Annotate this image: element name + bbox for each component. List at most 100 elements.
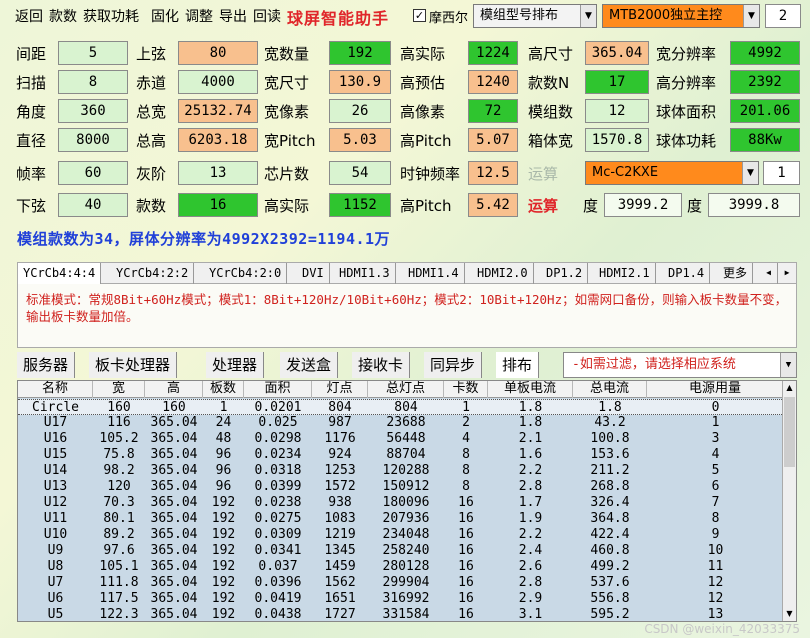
col-boards[interactable]: 板数 — [203, 381, 244, 398]
field-width-pixels[interactable]: 26 — [329, 99, 391, 123]
tab-ycrcb420[interactable]: YCrCb4:2:0 — [204, 263, 288, 284]
field-scan[interactable]: 8 — [58, 70, 128, 94]
tab-layout[interactable]: 排布 — [496, 352, 540, 378]
field-height-actual-2[interactable]: 1152 — [329, 193, 391, 217]
chevron-down-icon[interactable]: ▼ — [580, 5, 596, 27]
field-degree-2[interactable]: 3999.8 — [708, 193, 800, 217]
col-height[interactable]: 高 — [145, 381, 203, 398]
field-chip-count[interactable]: 54 — [329, 161, 391, 185]
table-row[interactable]: U15 75.8 365.04 96 0.0234 924 88704 8 1.6 153.6 4 — [18, 447, 784, 463]
field-width-size[interactable]: 130.9 — [329, 70, 391, 94]
scroll-thumb[interactable] — [784, 397, 795, 467]
field-width-pitch[interactable]: 5.03 — [329, 128, 391, 152]
field-height-resolution[interactable]: 2392 — [730, 70, 800, 94]
table-row[interactable]: U7 111.8 365.04 192 0.0396 1562 299904 16 2.8 537… — [18, 575, 784, 591]
layout-table[interactable]: 名称 宽 高 板数 面积 灯点 总灯点 卡数 单板电流 总电流 电源用量 Cir… — [17, 380, 797, 622]
col-name[interactable]: 名称 — [18, 381, 93, 398]
table-scrollbar[interactable]: ▲ ▼ — [782, 381, 796, 621]
field-lower-chord[interactable]: 40 — [58, 193, 128, 217]
tab-more[interactable]: 更多 — [718, 263, 754, 284]
table-row[interactable]: U6 117.5 365.04 192 0.0419 1651 316992 16 2.9 556… — [18, 591, 784, 607]
tab-hdmi13[interactable]: HDMI1.3 — [334, 263, 396, 284]
field-height-pitch-2[interactable]: 5.42 — [468, 193, 518, 217]
field-model-count[interactable]: 16 — [178, 193, 258, 217]
table-row[interactable]: U17 116 365.04 24 0.025 987 23688 2 1.8 43.2 1 — [18, 415, 784, 431]
field-height-size[interactable]: 365.04 — [585, 41, 649, 65]
table-row[interactable]: U16 105.2 365.04 48 0.0298 1176 56448 4 2.1 100.8… — [18, 431, 784, 447]
table-row[interactable]: Circle 160 160 1 0.0201 804 804 1 1.8 1.8 0 — [18, 399, 784, 415]
table-row[interactable]: U9 97.6 365.04 192 0.0341 1345 258240 16 2.4 460.… — [18, 543, 784, 559]
field-height-actual[interactable]: 1224 — [468, 41, 518, 65]
compute-button[interactable]: 运算 — [528, 195, 558, 216]
col-total-leds[interactable]: 总灯点 — [368, 381, 444, 398]
menu-models[interactable]: 款数 — [49, 6, 77, 26]
field-height-pixels[interactable]: 72 — [468, 99, 518, 123]
field-sphere-power[interactable]: 88Kw — [730, 128, 800, 152]
chevron-down-icon[interactable]: ▼ — [780, 353, 796, 377]
tab-dp14[interactable]: DP1.4 — [663, 263, 711, 284]
table-row[interactable]: U10 89.2 365.04 192 0.0309 1219 234048 16 2.2 422… — [18, 527, 784, 543]
scroll-up-icon[interactable]: ▲ — [783, 381, 796, 395]
tab-dvi[interactable]: DVI — [297, 263, 330, 284]
tab-sender-box[interactable]: 发送盒 — [280, 352, 339, 378]
field-width-resolution[interactable]: 4992 — [730, 41, 800, 65]
field-chip-count-small[interactable]: 1 — [763, 161, 800, 185]
tab-scroll-right-icon[interactable]: ▶ — [778, 263, 796, 284]
menu-back[interactable]: 返回 — [15, 6, 43, 26]
system-filter-select[interactable]: -如需过滤，请选择相应系统 ▼ — [563, 352, 797, 378]
field-module-count[interactable]: 12 — [585, 99, 649, 123]
chevron-down-icon[interactable]: ▼ — [742, 162, 758, 184]
tab-card-processor[interactable]: 板卡处理器 — [89, 352, 178, 378]
field-grayscale[interactable]: 13 — [178, 161, 258, 185]
field-angle[interactable]: 360 — [58, 99, 128, 123]
tab-receiver-card[interactable]: 接收卡 — [352, 352, 411, 378]
col-power-usage[interactable]: 电源用量 — [647, 381, 784, 398]
controller-combo[interactable]: MTB2000独立主控 ▼ — [602, 4, 760, 28]
tab-server[interactable]: 服务器 — [17, 352, 76, 378]
col-area[interactable]: 面积 — [244, 381, 312, 398]
field-total-width[interactable]: 25132.74 — [178, 99, 258, 123]
field-equator[interactable]: 4000 — [178, 70, 258, 94]
menu-get-power[interactable]: 获取功耗 — [83, 6, 139, 26]
tab-processor[interactable]: 处理器 — [206, 352, 265, 378]
menu-export[interactable]: 导出 — [219, 6, 247, 26]
col-leds[interactable]: 灯点 — [312, 381, 368, 398]
field-model-count-n[interactable]: 17 — [585, 70, 649, 94]
table-row[interactable]: U14 98.2 365.04 96 0.0318 1253 120288 8 2.2 211.2… — [18, 463, 784, 479]
table-row[interactable]: U5 122.3 365.04 192 0.0438 1727 331584 16 3.1 595… — [18, 607, 784, 621]
menu-solidify[interactable]: 固化 — [151, 6, 179, 26]
scroll-down-icon[interactable]: ▼ — [783, 607, 796, 621]
table-row[interactable]: U11 80.1 365.04 192 0.0275 1083 207936 16 1.9 364… — [18, 511, 784, 527]
col-width[interactable]: 宽 — [93, 381, 145, 398]
tab-hdmi14[interactable]: HDMI1.4 — [403, 263, 465, 284]
tab-ycrcb444[interactable]: YCrCb4:4:4 — [18, 263, 102, 284]
col-total-current[interactable]: 总电流 — [573, 381, 647, 398]
field-clock-frequency[interactable]: 12.5 — [468, 161, 518, 185]
col-board-current[interactable]: 单板电流 — [488, 381, 573, 398]
tab-dp12[interactable]: DP1.2 — [541, 263, 589, 284]
field-pitch[interactable]: 5 — [58, 41, 128, 65]
field-cabinet-width[interactable]: 1570.8 — [585, 128, 649, 152]
tab-sync-async[interactable]: 同异步 — [424, 352, 483, 378]
field-sphere-area[interactable]: 201.06 — [730, 99, 800, 123]
menu-adjust[interactable]: 调整 — [185, 6, 213, 26]
table-row[interactable]: U8 105.1 365.04 192 0.037 1459 280128 16 2.6 499.… — [18, 559, 784, 575]
table-row[interactable]: U12 70.3 365.04 192 0.0238 938 180096 16 1.7 326.… — [18, 495, 784, 511]
tab-ycrcb422[interactable]: YCrCb4:2:2 — [111, 263, 195, 284]
chevron-down-icon[interactable]: ▼ — [743, 5, 759, 27]
field-upper-chord[interactable]: 80 — [178, 41, 258, 65]
table-row[interactable]: U13 120 365.04 96 0.0399 1572 150912 8 2.8 268.8 6 — [18, 479, 784, 495]
tab-scroll-left-icon[interactable]: ◀ — [760, 263, 778, 284]
chip-model-combo[interactable]: Mc-C2KXE ▼ — [585, 161, 759, 185]
controller-count-field[interactable]: 2 — [765, 4, 801, 28]
field-width-count[interactable]: 192 — [329, 41, 391, 65]
field-frame-rate[interactable]: 60 — [58, 161, 128, 185]
tab-hdmi21[interactable]: HDMI2.1 — [594, 263, 656, 284]
col-cards[interactable]: 卡数 — [444, 381, 488, 398]
field-degree-1[interactable]: 3999.2 — [604, 193, 682, 217]
field-height-estimate[interactable]: 1240 — [468, 70, 518, 94]
moxier-checkbox[interactable]: ✓ — [413, 9, 426, 22]
tab-hdmi20[interactable]: HDMI2.0 — [472, 263, 534, 284]
field-total-height[interactable]: 6203.18 — [178, 128, 258, 152]
field-diameter[interactable]: 8000 — [58, 128, 128, 152]
